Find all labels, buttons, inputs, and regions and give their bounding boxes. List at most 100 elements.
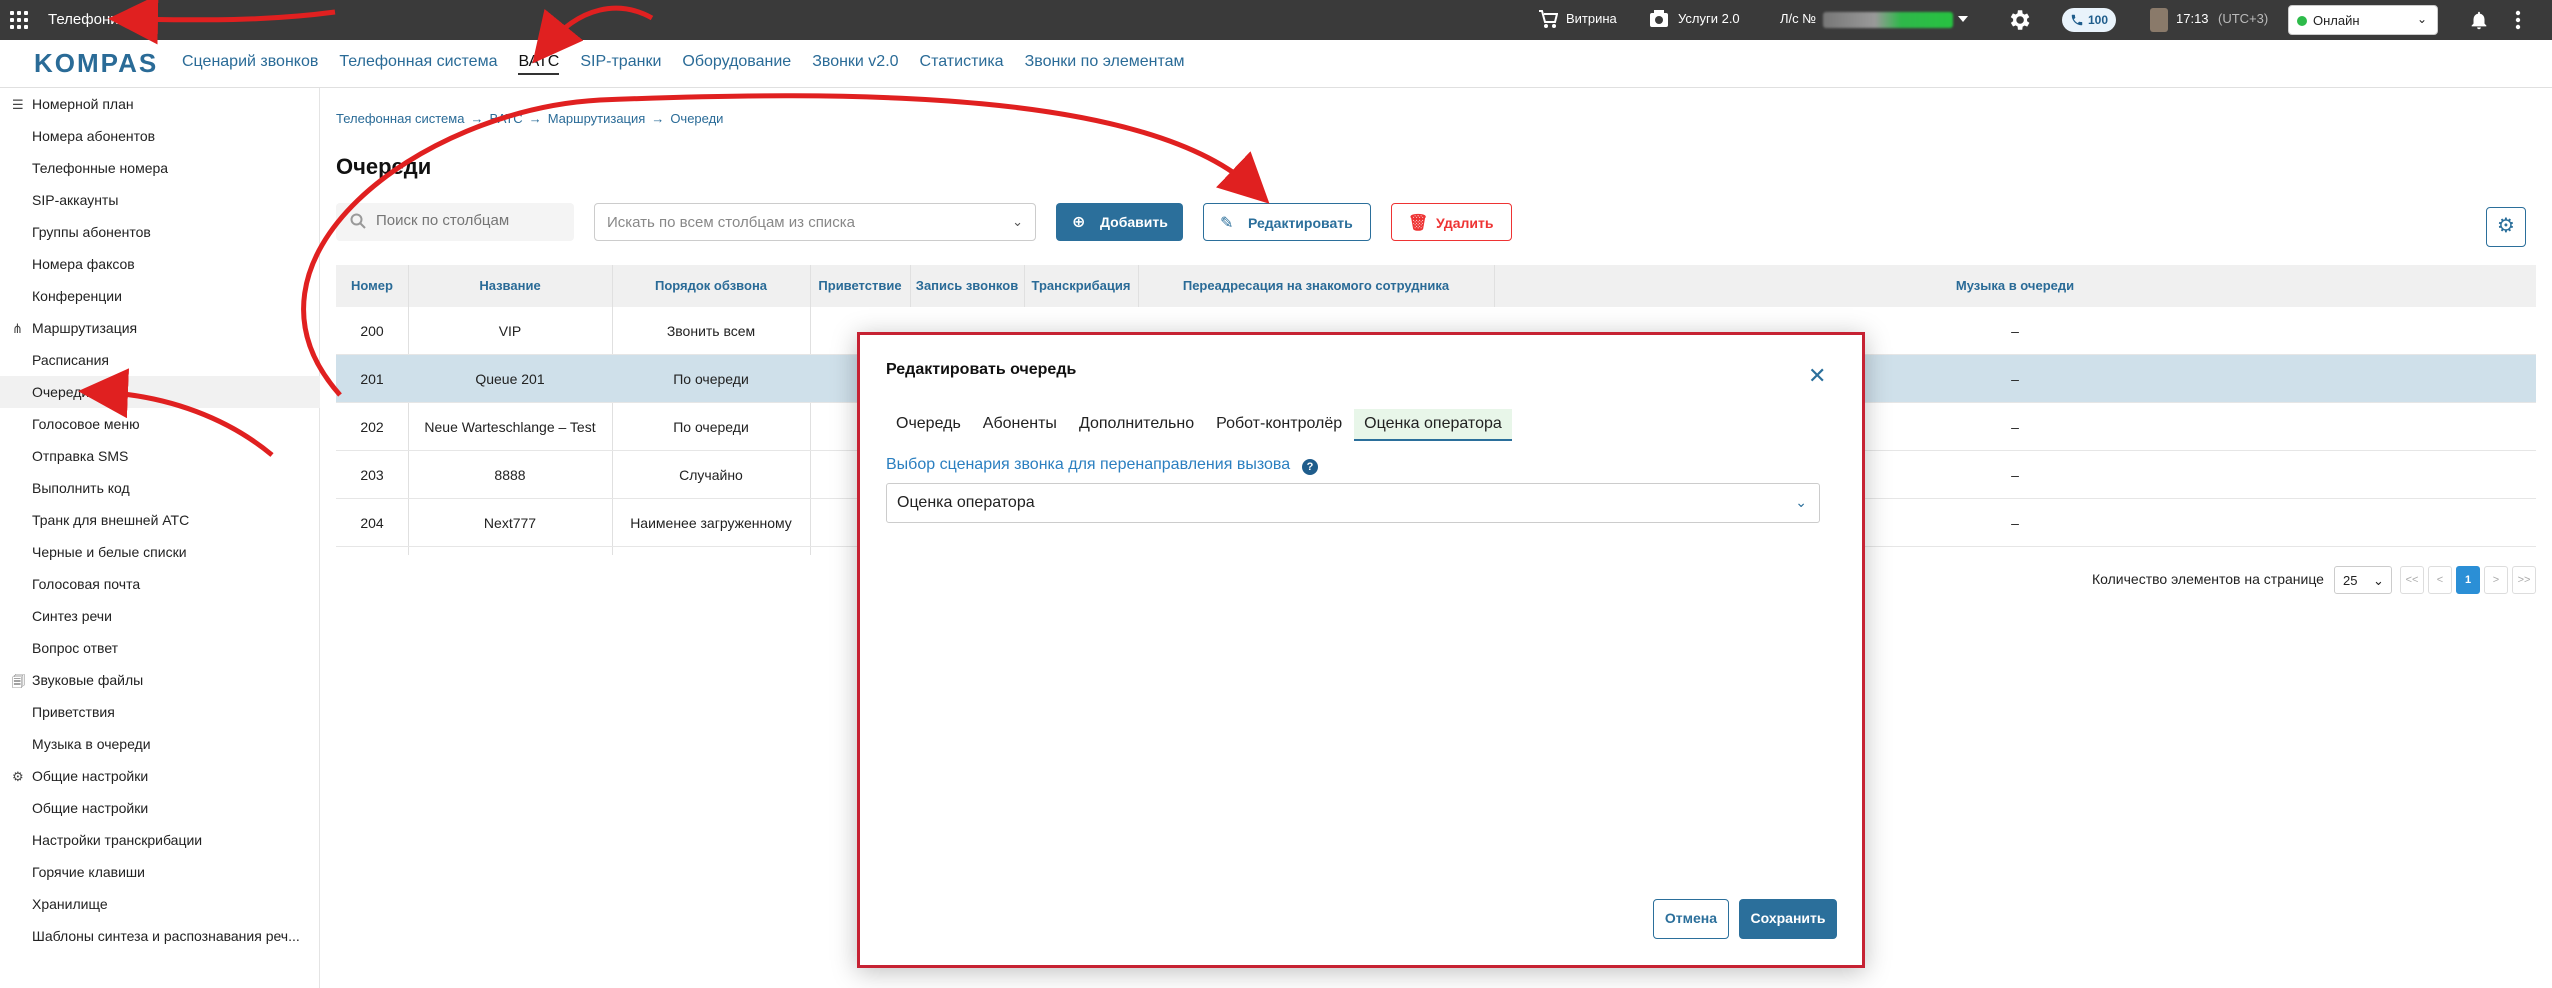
gear-icon: ⚙: [2497, 215, 2515, 237]
nav-item-calls-v2[interactable]: Звонки v2.0: [812, 53, 898, 75]
sidebar-item-sip-accounts[interactable]: SIP-аккаунты: [0, 184, 320, 216]
kompas-logo[interactable]: KOMPAS: [34, 48, 158, 79]
pager-last[interactable]: >>: [2512, 566, 2536, 594]
sidebar-item-voice-menu[interactable]: Голосовое меню: [0, 408, 320, 440]
page-size-label: Количество элементов на странице: [2092, 571, 2324, 587]
user-avatar[interactable]: [2150, 8, 2168, 32]
tab-subscribers[interactable]: Абоненты: [973, 409, 1067, 441]
sidebar-item-voicemail[interactable]: Голосовая почта: [0, 568, 320, 600]
column-header[interactable]: Музыка в очереди: [1494, 278, 2536, 293]
search-box[interactable]: [336, 203, 574, 241]
breadcrumb-item[interactable]: Телефонная система: [336, 111, 464, 126]
page-size-select[interactable]: 25 ⌄: [2334, 566, 2392, 594]
services-link[interactable]: Услуги 2.0: [1678, 11, 1740, 26]
search-icon: [350, 213, 366, 229]
nav-item-statistics[interactable]: Статистика: [920, 53, 1004, 75]
sidebar-item-schedules[interactable]: Расписания: [0, 344, 320, 376]
sidebar-item-transcription-settings[interactable]: Настройки транскрибации: [0, 824, 320, 856]
column-header[interactable]: Приветствие: [810, 278, 910, 293]
tab-robot-controller[interactable]: Робот-контролёр: [1206, 409, 1352, 441]
chevron-down-icon[interactable]: [1958, 16, 1968, 24]
sidebar: ☰ Номерной план Номера абонентов Телефонн…: [0, 88, 320, 988]
search-input[interactable]: [376, 212, 556, 229]
pager-prev[interactable]: <: [2428, 566, 2452, 594]
tab-additional[interactable]: Дополнительно: [1069, 409, 1204, 441]
scenario-select[interactable]: Оценка оператора ⌄: [886, 483, 1820, 523]
edit-queue-dialog: Редактировать очередь ✕ Очередь Абоненты…: [857, 332, 1865, 968]
bell-icon[interactable]: [2468, 8, 2490, 32]
nav-item-equipment[interactable]: Оборудование: [682, 53, 791, 75]
sidebar-item-storage[interactable]: Хранилище: [0, 888, 320, 920]
gear-icon: ⚙: [12, 769, 24, 784]
column-header[interactable]: Порядок обзвона: [612, 278, 810, 293]
nav-item-telephony-system[interactable]: Телефонная система: [339, 53, 497, 75]
tab-queue[interactable]: Очередь: [886, 409, 971, 441]
sidebar-item-hotkeys[interactable]: Горячие клавиши: [0, 856, 320, 888]
sidebar-item-queue-music[interactable]: Музыка в очереди: [0, 728, 320, 760]
routing-icon: ⋔: [12, 321, 23, 336]
save-button[interactable]: Сохранить: [1739, 899, 1837, 939]
sidebar-group-numbering-plan[interactable]: ☰ Номерной план: [0, 88, 320, 120]
columns-filter-placeholder: Искать по всем столбцам из списка: [607, 214, 855, 231]
sidebar-group-general-settings[interactable]: ⚙ Общие настройки: [0, 760, 320, 792]
help-icon[interactable]: ?: [1302, 459, 1318, 475]
sidebar-item-fax-numbers[interactable]: Номера факсов: [0, 248, 320, 280]
tab-operator-rating[interactable]: Оценка оператора: [1354, 409, 1512, 441]
arrow-right-icon: →: [528, 111, 542, 126]
column-header[interactable]: Номер: [336, 278, 408, 293]
cancel-button[interactable]: Отмена: [1653, 899, 1729, 939]
column-header[interactable]: Переадресация на знакомого сотрудника: [1138, 278, 1494, 293]
nav-item-sip-trunks[interactable]: SIP-транки: [580, 53, 661, 75]
edit-button[interactable]: ✎ Редактировать: [1203, 203, 1371, 241]
column-header[interactable]: Название: [408, 278, 612, 293]
delete-button[interactable]: 🗑 Удалить: [1391, 203, 1512, 241]
account-number-redacted: [1823, 12, 1953, 28]
sidebar-item-phone-numbers[interactable]: Телефонные номера: [0, 152, 320, 184]
sidebar-item-conferences[interactable]: Конференции: [0, 280, 320, 312]
columns-filter-select[interactable]: Искать по всем столбцам из списка ⌄: [594, 203, 1036, 241]
sidebar-item-question-answer[interactable]: Вопрос ответ: [0, 632, 320, 664]
column-header[interactable]: Транскрибация: [1024, 278, 1138, 293]
sidebar-item-greetings[interactable]: Приветствия: [0, 696, 320, 728]
sidebar-item-queues[interactable]: Очереди: [0, 376, 320, 408]
sidebar-item-external-trunk[interactable]: Транк для внешней АТС: [0, 504, 320, 536]
nav-item-call-scenario[interactable]: Сценарий звонков: [182, 53, 318, 75]
sidebar-group-sound-files[interactable]: 🗐 Звуковые файлы: [0, 664, 320, 696]
cell-number: 200: [360, 323, 384, 339]
sidebar-item-subscriber-numbers[interactable]: Номера абонентов: [0, 120, 320, 152]
sidebar-group-routing[interactable]: ⋔ Маршрутизация: [0, 312, 320, 344]
nav-item-vats[interactable]: ВАТС: [518, 53, 560, 75]
settings-gear-icon[interactable]: [2006, 7, 2032, 33]
sidebar-item-execute-code[interactable]: Выполнить код: [0, 472, 320, 504]
more-vertical-icon[interactable]: [2512, 8, 2524, 32]
sidebar-item-subscriber-groups[interactable]: Группы абонентов: [0, 216, 320, 248]
apps-grid-icon[interactable]: [10, 11, 28, 29]
phone-icon: [2071, 14, 2083, 26]
column-divider: [1138, 265, 1139, 307]
pager-first[interactable]: <<: [2400, 566, 2424, 594]
breadcrumb-item[interactable]: ВАТС: [489, 111, 522, 126]
sidebar-item-general-settings[interactable]: Общие настройки: [0, 792, 320, 824]
app-title[interactable]: Телефония: [48, 11, 127, 28]
column-divider: [1494, 265, 1495, 307]
table-header: Номер Название Порядок обзвона Приветств…: [336, 265, 2536, 307]
pager-current-page[interactable]: 1: [2456, 566, 2480, 594]
sidebar-item-speech-synthesis[interactable]: Синтез речи: [0, 600, 320, 632]
breadcrumb-item[interactable]: Маршрутизация: [548, 111, 646, 126]
column-divider: [1024, 265, 1025, 307]
clock-time: 17:13: [2176, 11, 2209, 26]
sidebar-item-black-white-lists[interactable]: Черные и белые списки: [0, 536, 320, 568]
close-icon[interactable]: ✕: [1808, 363, 1826, 389]
column-header[interactable]: Запись звонков: [910, 278, 1024, 293]
sidebar-item-send-sms[interactable]: Отправка SMS: [0, 440, 320, 472]
showcase-link[interactable]: Витрина: [1566, 11, 1617, 26]
add-button[interactable]: ⊕ Добавить: [1056, 203, 1183, 241]
table-settings-button[interactable]: ⚙: [2486, 207, 2526, 247]
active-calls-badge[interactable]: 100: [2062, 8, 2116, 32]
nav-item-calls-by-elements[interactable]: Звонки по элементам: [1025, 53, 1185, 75]
breadcrumb-item[interactable]: Очереди: [670, 111, 723, 126]
pager-next[interactable]: >: [2484, 566, 2508, 594]
top-bar: Телефония Витрина Услуги 2.0 Л/с № 100 1…: [0, 0, 2552, 40]
sidebar-item-synthesis-templates[interactable]: Шаблоны синтеза и распознавания реч...: [0, 920, 320, 952]
status-select[interactable]: Онлайн ⌄: [2288, 5, 2438, 35]
